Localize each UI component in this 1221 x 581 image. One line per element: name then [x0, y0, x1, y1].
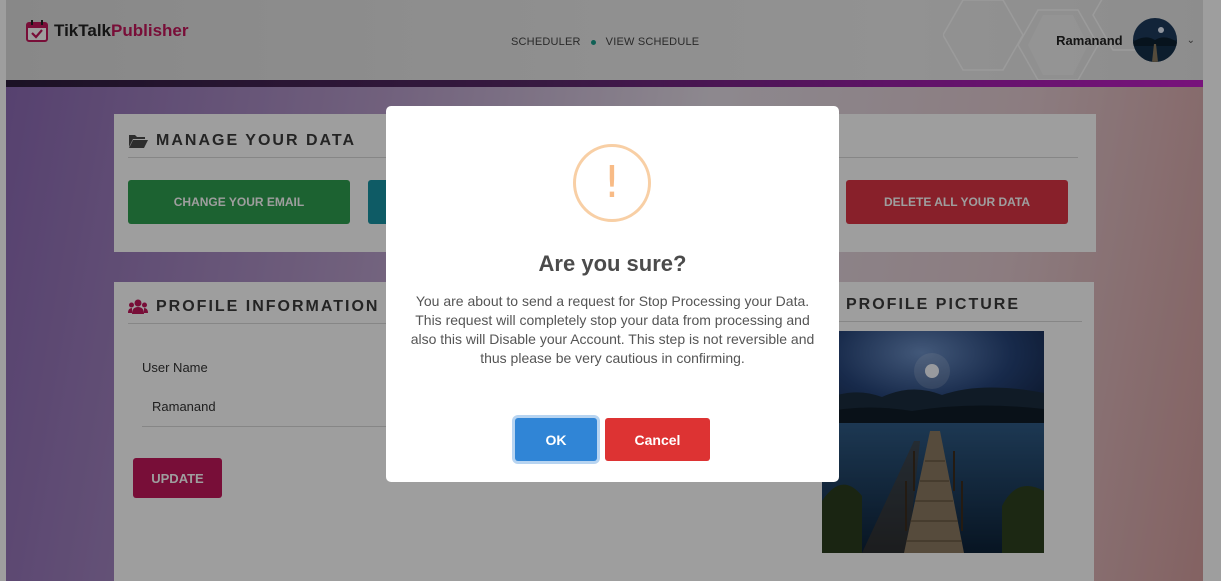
- ok-button[interactable]: OK: [515, 418, 597, 461]
- dialog-title: Are you sure?: [538, 251, 687, 276]
- warning-icon: !: [573, 144, 651, 222]
- cancel-button[interactable]: Cancel: [605, 418, 710, 461]
- dialog-message: You are about to send a request for Stop…: [410, 293, 815, 366]
- confirm-dialog: ! Are you sure? You are about to send a …: [386, 106, 839, 482]
